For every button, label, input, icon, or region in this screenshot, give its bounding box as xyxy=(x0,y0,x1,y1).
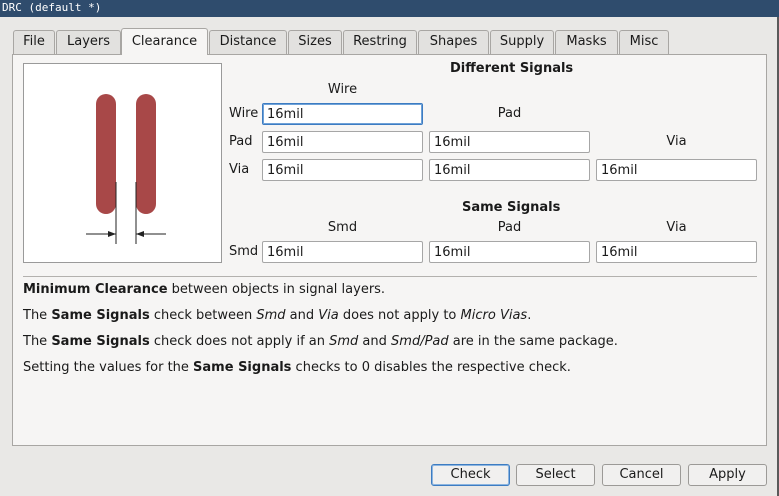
via-via-input[interactable] xyxy=(596,159,757,181)
window-title: DRC (default *) xyxy=(0,0,779,17)
desc-text: between objects in signal layers. xyxy=(167,282,386,297)
via-pad-input[interactable] xyxy=(429,159,590,181)
pad-pad-input[interactable] xyxy=(429,131,590,153)
select-button[interactable]: Select xyxy=(516,464,595,486)
tab-masks[interactable]: Masks xyxy=(555,30,618,54)
divider xyxy=(23,276,757,277)
desc-text: check does not apply if an xyxy=(149,334,330,349)
desc-text: checks to 0 disables the respective chec… xyxy=(291,360,571,375)
via-wire-input[interactable] xyxy=(262,159,423,181)
description-line-1: Minimum Clearance between objects in sig… xyxy=(23,282,385,297)
desc-bold: Same Signals xyxy=(51,334,150,349)
desc-italic: Smd xyxy=(256,308,286,323)
left-arrow-icon xyxy=(108,231,116,237)
col-header-via: Via xyxy=(666,134,687,149)
desc-text: . xyxy=(527,308,532,323)
tab-clearance[interactable]: Clearance xyxy=(121,28,208,55)
desc-text: and xyxy=(285,308,319,323)
smd-pad-input[interactable] xyxy=(429,241,590,263)
desc-italic: Smd/Pad xyxy=(391,334,449,349)
desc-bold: Minimum Clearance xyxy=(23,282,168,297)
check-button[interactable]: Check xyxy=(431,464,510,486)
tab-sizes[interactable]: Sizes xyxy=(288,30,342,54)
same-signals-heading: Same Signals xyxy=(462,200,561,215)
right-arrow-icon xyxy=(136,231,144,237)
tab-file[interactable]: File xyxy=(13,30,55,54)
col-header-same-pad: Pad xyxy=(497,220,522,235)
desc-text: Setting the values for the xyxy=(23,360,194,375)
clearance-illustration xyxy=(86,94,166,244)
smd-via-input[interactable] xyxy=(596,241,757,263)
desc-italic: Micro Vias xyxy=(460,308,528,323)
different-signals-heading: Different Signals xyxy=(450,61,574,76)
left-trace xyxy=(96,94,116,214)
tab-supply[interactable]: Supply xyxy=(490,30,554,54)
apply-button[interactable]: Apply xyxy=(688,464,767,486)
desc-bold: Same Signals xyxy=(51,308,150,323)
desc-bold: Same Signals xyxy=(193,360,292,375)
row-label-pad: Pad xyxy=(229,134,253,149)
desc-italic: Smd xyxy=(329,334,359,349)
row-label-smd: Smd xyxy=(229,244,259,259)
desc-text: check between xyxy=(149,308,257,323)
tab-distance[interactable]: Distance xyxy=(209,30,287,54)
tab-shapes[interactable]: Shapes xyxy=(418,30,489,54)
tab-restring[interactable]: Restring xyxy=(343,30,417,54)
col-header-wire: Wire xyxy=(327,82,358,97)
cancel-button[interactable]: Cancel xyxy=(602,464,681,486)
desc-text: does not apply to xyxy=(338,308,461,323)
description-line-4: Setting the values for the Same Signals … xyxy=(23,360,571,375)
col-header-smd: Smd xyxy=(327,220,358,235)
desc-text: The xyxy=(23,308,52,323)
tab-layers[interactable]: Layers xyxy=(56,30,121,54)
description-line-2: The Same Signals check between Smd and V… xyxy=(23,308,531,323)
wire-wire-input[interactable] xyxy=(262,103,423,125)
pad-wire-input[interactable] xyxy=(262,131,423,153)
row-label-wire: Wire xyxy=(229,106,259,121)
tab-misc[interactable]: Misc xyxy=(619,30,669,54)
desc-text: are in the same package. xyxy=(448,334,618,349)
clearance-preview-image xyxy=(23,63,222,263)
desc-text: and xyxy=(358,334,392,349)
description-line-3: The Same Signals check does not apply if… xyxy=(23,334,618,349)
col-header-pad: Pad xyxy=(497,106,522,121)
desc-text: The xyxy=(23,334,52,349)
col-header-same-via: Via xyxy=(666,220,687,235)
row-label-via: Via xyxy=(229,162,250,177)
smd-smd-input[interactable] xyxy=(262,241,423,263)
right-trace xyxy=(136,94,156,214)
desc-italic: Via xyxy=(318,308,339,323)
